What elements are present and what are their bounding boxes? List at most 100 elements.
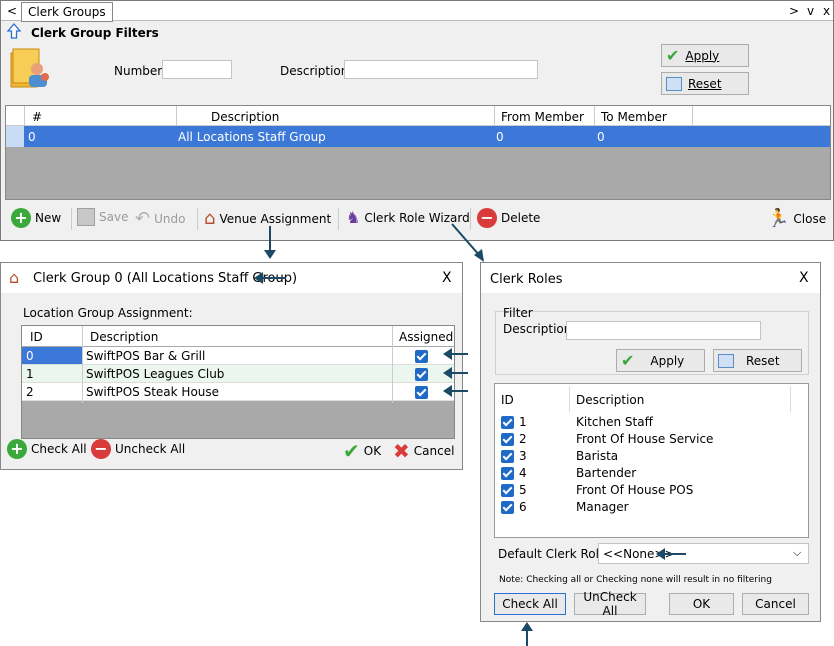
role-checkbox[interactable]	[501, 467, 514, 480]
annotation-arrowhead	[443, 385, 452, 397]
role-checkbox[interactable]	[501, 433, 514, 446]
tab-prev-button[interactable]: <	[7, 4, 17, 18]
apply-button[interactable]: ✔ Apply	[661, 44, 749, 67]
reset-icon	[718, 353, 734, 368]
list-item[interactable]: 1 Kitchen Staff	[501, 414, 801, 430]
annotation-arrowhead	[443, 348, 452, 360]
check-all-button[interactable]: Check All	[494, 593, 566, 615]
row-description: SwiftPOS Leagues Club	[86, 367, 225, 381]
role-checkbox[interactable]	[501, 501, 514, 514]
filter-note: Note: Checking all or Checking none will…	[499, 575, 772, 585]
description-input[interactable]	[566, 321, 761, 340]
ok-button[interactable]: ✔ OK	[343, 439, 381, 463]
tab-bar: < Clerk Groups > v x	[1, 1, 833, 22]
x-icon: ✖	[393, 439, 410, 463]
annotation-arrow	[664, 553, 686, 555]
annotation-arrow	[450, 390, 468, 392]
checkmark-icon: ✔	[621, 351, 635, 370]
list-item[interactable]: 4 Bartender	[501, 465, 801, 481]
number-label: Number	[114, 64, 163, 78]
description-label: Description	[503, 322, 572, 336]
undo-button[interactable]: ↶ Undo	[135, 208, 185, 229]
annotation-arrowhead	[656, 548, 665, 560]
col-to-member[interactable]: To Member	[601, 110, 667, 124]
wizard-icon: ♞	[346, 208, 361, 227]
assigned-checkbox[interactable]	[415, 350, 428, 363]
table-row[interactable]: 0 All Locations Staff Group 0 0	[6, 126, 830, 147]
number-input[interactable]	[162, 60, 232, 79]
role-id: 2	[519, 432, 527, 446]
up-arrow-icon[interactable]	[6, 23, 22, 39]
col-number[interactable]: #	[32, 110, 42, 124]
check-all-label: Check All	[31, 442, 87, 456]
save-button[interactable]: Save	[77, 208, 128, 226]
reset-button[interactable]: Reset	[713, 349, 802, 372]
venue-label: Venue Assignment	[219, 211, 332, 226]
reset-icon	[666, 76, 682, 91]
uncheck-all-button[interactable]: − Uncheck All	[91, 439, 185, 459]
col-from-member[interactable]: From Member	[501, 110, 584, 124]
apply-label: Apply	[650, 353, 685, 368]
tab-close-button[interactable]: x	[823, 4, 830, 18]
tab-clerk-groups[interactable]: Clerk Groups	[21, 2, 113, 22]
annotation-arrowhead	[443, 367, 452, 379]
checkmark-icon: ✔	[343, 439, 360, 463]
assigned-checkbox[interactable]	[415, 368, 428, 381]
annotation-arrow	[262, 277, 286, 279]
running-man-icon: 🏃	[767, 208, 790, 229]
list-item[interactable]: 6 Manager	[501, 499, 801, 515]
table-row[interactable]: 0 SwiftPOS Bar & Grill	[22, 347, 454, 365]
table-row[interactable]: 2 SwiftPOS Steak House	[22, 383, 454, 401]
role-description: Front Of House Service	[576, 432, 714, 446]
row-id: 2	[26, 385, 34, 399]
apply-button[interactable]: ✔ Apply	[616, 349, 705, 372]
role-checkbox[interactable]	[501, 450, 514, 463]
venue-assignment-button[interactable]: ⌂ Venue Assignment	[204, 208, 331, 229]
row-description: SwiftPOS Steak House	[86, 385, 220, 399]
table-row[interactable]: 1 SwiftPOS Leagues Club	[22, 365, 454, 383]
filter-label: Filter	[503, 306, 533, 320]
dialog-title: Clerk Roles	[490, 272, 563, 287]
check-all-label: Check All	[502, 597, 558, 611]
location-group-grid: ID Description Assigned 0 SwiftPOS Bar &…	[21, 325, 455, 439]
col-description[interactable]: Description	[576, 393, 644, 407]
close-button[interactable]: 🏃 Close	[767, 208, 826, 229]
description-input[interactable]	[344, 60, 538, 79]
cancel-button[interactable]: ✖ Cancel	[393, 439, 454, 463]
toolbar: + New Save ↶ Undo ⌂ Venue Assignment ♞ C…	[1, 204, 833, 234]
annotation-arrow	[450, 372, 468, 374]
checkmark-icon: ✔	[666, 46, 680, 65]
col-description[interactable]: Description	[211, 110, 279, 124]
annotation-arrowhead	[521, 622, 533, 631]
tab-menu-button[interactable]: v	[807, 4, 814, 18]
ok-button[interactable]: OK	[669, 593, 734, 615]
dialog-close-button[interactable]: X	[799, 270, 809, 286]
undo-label: Undo	[154, 211, 186, 226]
annotation-arrow-diagonal	[451, 223, 484, 262]
role-checkbox[interactable]	[501, 484, 514, 497]
check-all-button[interactable]: + Check All	[7, 439, 87, 459]
cancel-button[interactable]: Cancel	[742, 593, 809, 615]
annotation-arrowhead	[264, 250, 276, 259]
house-icon: ⌂	[204, 208, 216, 229]
assigned-checkbox[interactable]	[415, 386, 428, 399]
col-description[interactable]: Description	[90, 330, 158, 344]
list-item[interactable]: 5 Front Of House POS	[501, 482, 801, 498]
col-assigned[interactable]: Assigned	[399, 330, 453, 344]
roles-list: ID Description 1 Kitchen Staff 2 Front O…	[494, 383, 809, 538]
filters-title: Clerk Group Filters	[31, 26, 159, 40]
reset-button[interactable]: Reset	[661, 72, 749, 95]
role-id: 3	[519, 449, 527, 463]
uncheck-all-button[interactable]: UnCheck All	[574, 590, 646, 618]
dialog-close-button[interactable]: X	[442, 270, 452, 286]
col-id[interactable]: ID	[30, 330, 43, 344]
dialog-titlebar: Clerk Roles X	[481, 263, 820, 293]
list-item[interactable]: 3 Barista	[501, 448, 801, 464]
role-description: Front Of House POS	[576, 483, 694, 497]
col-id[interactable]: ID	[501, 393, 514, 407]
role-checkbox[interactable]	[501, 416, 514, 429]
new-button[interactable]: + New	[11, 208, 61, 228]
list-item[interactable]: 2 Front Of House Service	[501, 431, 801, 447]
default-clerk-role-select[interactable]: <<None>> ⌵	[598, 543, 809, 564]
tab-next-button[interactable]: >	[789, 4, 799, 18]
